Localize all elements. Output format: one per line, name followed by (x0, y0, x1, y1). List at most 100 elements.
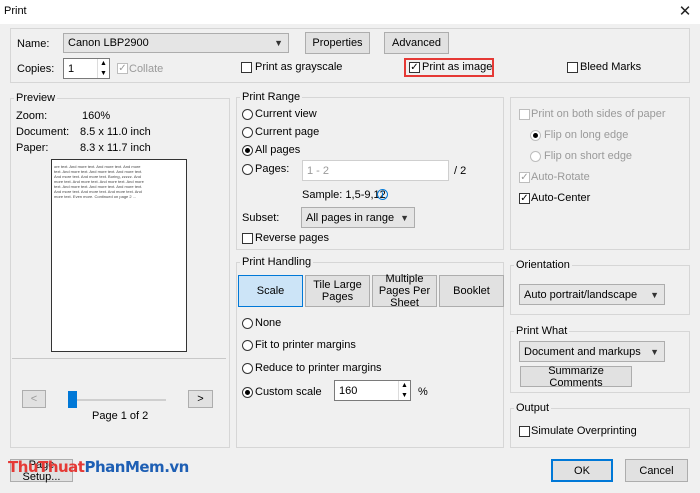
info-icon[interactable]: i (377, 189, 388, 200)
subset-select[interactable]: All pages in range ▼ (301, 207, 415, 228)
watermark-part3: .vn (164, 458, 189, 476)
scale-none-radio[interactable] (242, 318, 253, 329)
tab-multiple-pages-per-sheet[interactable]: Multiple Pages Per Sheet (372, 273, 437, 309)
fit-margins-label: Fit to printer margins (255, 339, 356, 351)
collate-label: Collate (129, 63, 164, 75)
print-handling-title: Print Handling (240, 256, 314, 268)
paper-label: Paper: (16, 142, 49, 154)
title-bar (0, 0, 700, 24)
page-slider[interactable] (68, 399, 166, 401)
orientation-title: Orientation (514, 259, 572, 271)
reverse-pages-label: Reverse pages (255, 232, 329, 244)
print-what-value: Document and markups (524, 345, 641, 358)
orientation-select[interactable]: Auto portrait/landscape ▼ (519, 284, 665, 305)
chevron-down-icon: ▼ (650, 346, 659, 357)
copies-stepper[interactable]: ▲ ▼ (97, 59, 109, 78)
long-edge-radio[interactable] (530, 130, 541, 141)
both-sides-label: Print on both sides of paper (531, 108, 666, 120)
zoom-label: Zoom: (16, 110, 48, 122)
page-indicator: Page 1 of 2 (92, 410, 149, 422)
tab-scale[interactable]: Scale (238, 275, 303, 307)
spin-up-icon[interactable]: ▲ (401, 382, 408, 389)
print-range-title: Print Range (240, 91, 303, 103)
close-icon[interactable]: ✕ (675, 2, 695, 22)
paper-value: 8.3 x 11.7 inch (80, 142, 151, 154)
sample-text: Sample: 1,5-9,12 (302, 189, 386, 201)
page-preview-text: ore text. And more text. And more text. … (54, 164, 144, 199)
pages-input[interactable]: 1 - 2 (302, 160, 449, 181)
copies-value: 1 (68, 62, 75, 75)
watermark-logo: ThuThuatPhanMem.vn (8, 458, 189, 476)
reverse-pages-checkbox[interactable] (242, 233, 253, 244)
orientation-value: Auto portrait/landscape (524, 288, 638, 301)
advanced-button[interactable]: Advanced (384, 32, 449, 54)
pages-total: / 2 (454, 165, 467, 177)
pages-label: Pages: (255, 163, 290, 175)
all-pages-radio[interactable] (242, 145, 253, 156)
properties-button[interactable]: Properties (305, 32, 370, 54)
summarize-comments-button[interactable]: Summarize Comments (520, 365, 632, 389)
auto-rotate-label: Auto-Rotate (531, 171, 590, 183)
page-slider-thumb[interactable] (68, 391, 77, 408)
grayscale-label: Print as grayscale (255, 61, 343, 73)
tab-booklet[interactable]: Booklet (439, 275, 504, 307)
preview-divider (12, 358, 226, 359)
auto-rotate-checkbox[interactable]: ✓ (519, 172, 530, 183)
watermark-part1: ThuThuat (8, 458, 85, 476)
current-view-label: Current view (255, 108, 317, 120)
spin-down-icon[interactable]: ▼ (401, 392, 408, 399)
pages-placeholder: 1 - 2 (307, 164, 330, 177)
custom-scale-value: 160 (339, 384, 358, 397)
subset-label: Subset: (242, 212, 280, 224)
spin-up-icon[interactable]: ▲ (100, 60, 107, 67)
custom-scale-label: Custom scale (255, 386, 322, 398)
reduce-margins-radio[interactable] (242, 363, 253, 374)
print-as-image-checkbox[interactable]: ✓ (409, 62, 420, 73)
spin-down-icon[interactable]: ▼ (100, 70, 107, 77)
all-pages-label: All pages (255, 144, 301, 156)
ok-button[interactable]: OK (551, 459, 613, 482)
window-title: Print (4, 5, 27, 17)
info-glyph: i (381, 190, 384, 199)
reduce-margins-label: Reduce to printer margins (255, 362, 382, 374)
print-as-image-label: Print as image (422, 61, 493, 73)
watermark-part2: PhanMem (84, 458, 165, 476)
grayscale-checkbox[interactable] (241, 62, 252, 73)
bleed-marks-label: Bleed Marks (580, 61, 642, 73)
current-page-radio[interactable] (242, 127, 253, 138)
short-edge-label: Flip on short edge (544, 150, 633, 162)
long-edge-label: Flip on long edge (544, 129, 629, 141)
printer-select[interactable]: Canon LBP2900 ▼ (63, 33, 289, 53)
collate-checkbox[interactable]: ✓ (117, 63, 128, 74)
document-value: 8.5 x 11.0 inch (80, 126, 151, 138)
name-label: Name: (17, 38, 50, 50)
printer-value: Canon LBP2900 (68, 37, 149, 49)
next-page-button[interactable]: > (188, 390, 213, 408)
custom-scale-stepper[interactable]: ▲ ▼ (398, 381, 410, 400)
custom-scale-radio[interactable] (242, 387, 253, 398)
chevron-down-icon: ▼ (274, 38, 283, 48)
cancel-button[interactable]: Cancel (625, 459, 688, 482)
preview-title: Preview (14, 92, 58, 104)
fit-margins-radio[interactable] (242, 340, 253, 351)
document-label: Document: (16, 126, 70, 138)
auto-center-checkbox[interactable]: ✓ (519, 193, 530, 204)
percent-label: % (418, 386, 428, 398)
simulate-overprinting-checkbox[interactable] (519, 426, 530, 437)
chevron-down-icon: ▼ (650, 289, 659, 300)
short-edge-radio[interactable] (530, 151, 541, 162)
output-title: Output (514, 402, 552, 414)
copies-label: Copies: (17, 63, 55, 75)
zoom-value: 160% (82, 110, 111, 122)
chevron-down-icon: ▼ (400, 212, 409, 223)
current-view-radio[interactable] (242, 109, 253, 120)
pages-radio[interactable] (242, 164, 253, 175)
print-what-select[interactable]: Document and markups ▼ (519, 341, 665, 362)
current-page-label: Current page (255, 126, 320, 138)
prev-page-button[interactable]: < (22, 390, 46, 408)
auto-center-label: Auto-Center (531, 192, 591, 204)
bleed-marks-checkbox[interactable] (567, 62, 578, 73)
both-sides-checkbox[interactable] (519, 109, 530, 120)
page-preview: ore text. And more text. And more text. … (51, 159, 187, 352)
tab-tile-large-pages[interactable]: Tile Large Pages (305, 275, 370, 307)
